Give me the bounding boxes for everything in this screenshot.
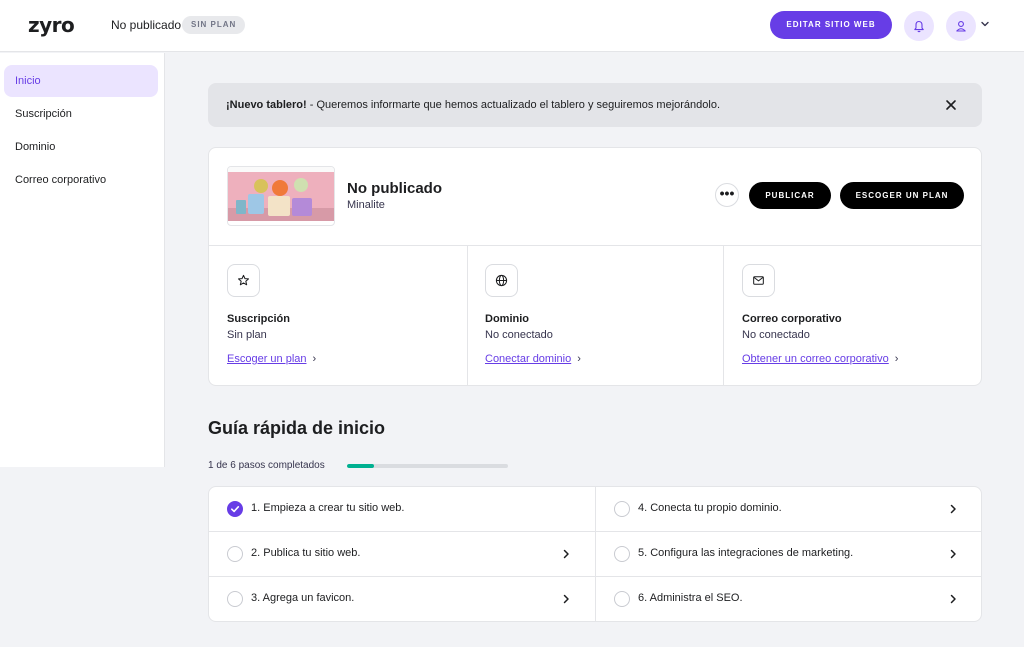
chevron-down-icon[interactable] — [980, 19, 990, 29]
plan-badge: SIN PLAN — [182, 16, 246, 34]
site-thumbnail[interactable] — [227, 166, 335, 226]
sidebar-item-dominio[interactable]: Dominio — [4, 131, 158, 163]
sidebar-item-suscripcion[interactable]: Suscripción — [4, 98, 158, 130]
quick-start-steps: 1. Empieza a crear tu sitio web. 2. Publ… — [208, 486, 982, 622]
link-text[interactable]: Conectar dominio — [485, 353, 571, 365]
choose-plan-link[interactable]: Escoger un plan › — [227, 353, 316, 365]
progress-fill — [347, 464, 375, 468]
step-item[interactable]: 4. Conecta tu propio dominio. — [596, 487, 982, 532]
sidebar-item-inicio[interactable]: Inicio — [4, 65, 158, 97]
step-label: 5. Configura las integraciones de market… — [638, 547, 854, 559]
chevron-right-icon: › — [312, 353, 317, 365]
check-circle-icon — [614, 591, 630, 607]
check-circle-icon — [614, 501, 630, 517]
step-item[interactable]: 3. Agrega un favicon. — [209, 577, 595, 622]
star-icon-box — [227, 264, 260, 297]
step-item[interactable]: 1. Empieza a crear tu sitio web. — [209, 487, 595, 532]
step-item[interactable]: 5. Configura las integraciones de market… — [596, 532, 982, 577]
progress-text: 1 de 6 pasos completados — [208, 460, 325, 471]
chevron-right-icon: › — [577, 353, 581, 365]
sidebar: Inicio Suscripción Dominio Correo corpor… — [0, 53, 165, 467]
mail-icon-box — [742, 264, 775, 297]
chevron-right-icon — [950, 594, 956, 604]
star-icon — [237, 274, 250, 286]
link-text[interactable]: Obtener un correo corporativo — [742, 353, 889, 365]
check-circle-icon — [227, 591, 243, 607]
user-menu-button[interactable] — [946, 11, 976, 41]
quick-start-title: Guía rápida de inicio — [208, 418, 386, 438]
chevron-right-icon: › — [894, 353, 899, 365]
chevron-right-icon — [950, 549, 956, 559]
feature-title: Correo corporativo — [742, 313, 842, 325]
check-circle-icon — [614, 546, 630, 562]
step-item[interactable]: 6. Administra el SEO. — [596, 577, 982, 622]
progress-bar — [347, 464, 508, 468]
site-name: Minalite — [347, 199, 385, 211]
get-corporate-email-link[interactable]: Obtener un correo corporativo › — [742, 353, 898, 365]
close-icon[interactable] — [944, 98, 958, 112]
link-text[interactable]: Escoger un plan — [227, 353, 307, 365]
globe-icon-box — [485, 264, 518, 297]
site-title: No publicado — [347, 180, 442, 197]
feature-status: Sin plan — [227, 329, 267, 341]
chevron-right-icon — [563, 549, 569, 559]
banner-bold-text: ¡Nuevo tablero! — [226, 99, 307, 111]
feature-email: Correo corporativo No conectado Obtener … — [724, 246, 981, 386]
feature-domain: Dominio No conectado Conectar dominio › — [467, 246, 723, 386]
zyro-logo[interactable]: zyro — [28, 13, 75, 37]
feature-title: Suscripción — [227, 313, 290, 325]
check-circle-icon — [227, 546, 243, 562]
chevron-right-icon — [563, 594, 569, 604]
feature-title: Dominio — [485, 313, 529, 325]
step-label: 6. Administra el SEO. — [638, 592, 743, 604]
feature-subscription: Suscripción Sin plan Escoger un plan › — [209, 246, 467, 386]
choose-plan-button[interactable]: ESCOGER UN PLAN — [840, 182, 964, 209]
bell-icon — [914, 20, 924, 32]
more-options-button[interactable]: ••• — [715, 183, 739, 207]
feature-status: No conectado — [485, 329, 553, 341]
notifications-button[interactable] — [904, 11, 934, 41]
step-label: 2. Publica tu sitio web. — [251, 547, 361, 559]
publish-button[interactable]: PUBLICAR — [749, 182, 831, 209]
step-item[interactable]: 2. Publica tu sitio web. — [209, 532, 595, 577]
check-circle-icon — [227, 501, 243, 517]
step-label: 4. Conecta tu propio dominio. — [638, 502, 782, 514]
site-preview-image — [228, 172, 334, 221]
sidebar-item-correo-corporativo[interactable]: Correo corporativo — [4, 164, 158, 196]
user-icon — [956, 21, 966, 32]
site-card: No publicado Minalite ••• PUBLICAR ESCOG… — [208, 147, 982, 386]
chevron-right-icon — [950, 504, 956, 514]
edit-website-button[interactable]: EDITAR SITIO WEB — [770, 11, 892, 39]
connect-domain-link[interactable]: Conectar dominio › — [485, 353, 581, 365]
top-header: zyro No publicado SIN PLAN EDITAR SITIO … — [0, 0, 1024, 52]
new-dashboard-banner: ¡Nuevo tablero! - Queremos informarte qu… — [208, 83, 982, 127]
step-label: 1. Empieza a crear tu sitio web. — [251, 502, 405, 514]
mail-icon — [753, 276, 764, 285]
feature-status: No conectado — [742, 329, 810, 341]
globe-icon — [495, 274, 508, 287]
step-label: 3. Agrega un favicon. — [251, 592, 355, 604]
banner-text: - Queremos informarte que hemos actualiz… — [306, 99, 721, 111]
site-status-label: No publicado — [111, 18, 182, 32]
